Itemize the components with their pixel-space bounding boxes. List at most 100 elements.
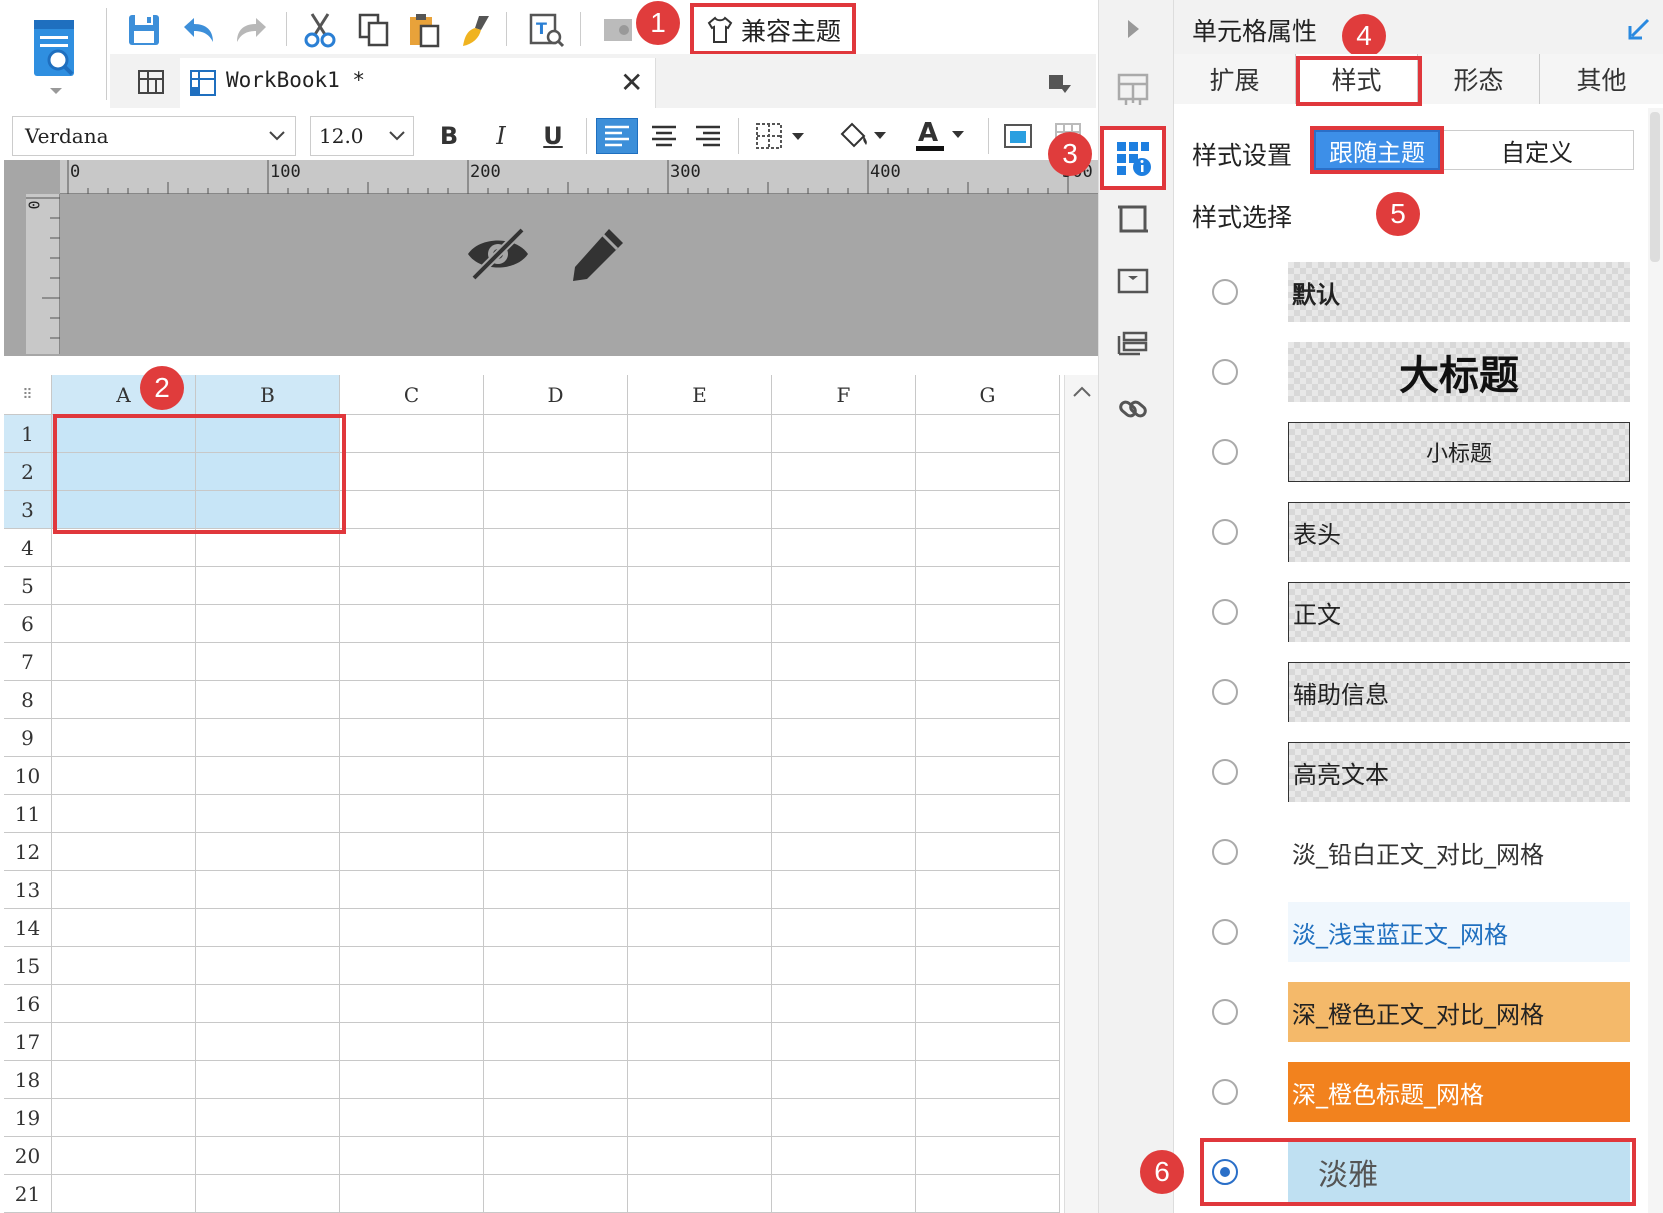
grid-cell[interactable]	[52, 719, 196, 757]
column-header-b[interactable]: B	[196, 375, 340, 415]
tab-form[interactable]: 形态	[1418, 54, 1540, 104]
grid-cell[interactable]	[772, 643, 916, 681]
grid-cell[interactable]	[772, 567, 916, 605]
grid-cell[interactable]	[340, 871, 484, 909]
grid-cell[interactable]	[52, 1137, 196, 1175]
grid-cell[interactable]	[484, 567, 628, 605]
align-right-button[interactable]	[688, 118, 728, 154]
grid-cell[interactable]	[916, 947, 1060, 985]
border-button[interactable]	[750, 118, 814, 154]
grid-cell[interactable]	[196, 833, 340, 871]
grid-cell[interactable]	[196, 1137, 340, 1175]
grid-cell[interactable]	[340, 985, 484, 1023]
grid-cell[interactable]	[484, 643, 628, 681]
grid-cell[interactable]	[484, 1023, 628, 1061]
hide-icon[interactable]	[462, 222, 534, 286]
style-option-8[interactable]: 淡_铅白正文_对比_网格	[1288, 822, 1630, 882]
paste-icon[interactable]	[404, 10, 444, 50]
grid-cell[interactable]	[772, 719, 916, 757]
grid-cell[interactable]	[340, 605, 484, 643]
grid-cell[interactable]	[916, 453, 1060, 491]
grid-cell[interactable]	[484, 757, 628, 795]
grid-cell[interactable]	[196, 985, 340, 1023]
grid-cell[interactable]	[628, 453, 772, 491]
grid-cell[interactable]	[340, 681, 484, 719]
style-option-5[interactable]: 正文	[1288, 582, 1630, 642]
grid-cell[interactable]	[52, 529, 196, 567]
grid-cell[interactable]	[340, 947, 484, 985]
style-radio[interactable]	[1212, 1079, 1238, 1105]
grid-cell[interactable]	[628, 757, 772, 795]
grid-cell[interactable]	[52, 681, 196, 719]
grid-cell[interactable]	[772, 529, 916, 567]
style-radio[interactable]	[1212, 1159, 1238, 1185]
tab-expand[interactable]: 扩展	[1174, 54, 1296, 104]
grid-cell[interactable]	[484, 1099, 628, 1137]
grid-cell[interactable]	[916, 871, 1060, 909]
style-radio[interactable]	[1212, 359, 1238, 385]
custom-style-option[interactable]: 自定义	[1440, 130, 1634, 170]
grid-cell[interactable]	[628, 1061, 772, 1099]
grid-cell[interactable]	[340, 1137, 484, 1175]
grid-cell[interactable]	[628, 1175, 772, 1213]
style-radio[interactable]	[1212, 999, 1238, 1025]
grid-cell[interactable]	[484, 529, 628, 567]
grid-cell[interactable]	[52, 1023, 196, 1061]
scroll-up-button[interactable]	[1064, 375, 1098, 1213]
style-option-12[interactable]: 淡雅	[1288, 1142, 1630, 1202]
app-preview-icon[interactable]	[28, 14, 84, 96]
row-header[interactable]: 2	[4, 453, 52, 491]
grid-cell[interactable]	[340, 643, 484, 681]
grid-cell[interactable]	[628, 1023, 772, 1061]
style-option-7[interactable]: 高亮文本	[1288, 742, 1630, 802]
grid-cell[interactable]	[772, 605, 916, 643]
grid-cell[interactable]	[52, 605, 196, 643]
grid-cell[interactable]	[772, 757, 916, 795]
grid-cell[interactable]	[628, 529, 772, 567]
style-radio[interactable]	[1212, 839, 1238, 865]
grid-cell[interactable]	[916, 415, 1060, 453]
grid-cell[interactable]	[628, 491, 772, 529]
style-radio[interactable]	[1212, 519, 1238, 545]
grid-cell[interactable]	[484, 1137, 628, 1175]
grid-cell[interactable]	[628, 1099, 772, 1137]
grid-cell[interactable]	[340, 529, 484, 567]
grid-cell[interactable]	[628, 871, 772, 909]
row-header[interactable]: 16	[4, 985, 52, 1023]
grid-cell[interactable]	[772, 909, 916, 947]
grid-cell[interactable]	[628, 643, 772, 681]
grid-cell[interactable]	[196, 643, 340, 681]
image-icon[interactable]	[598, 10, 638, 50]
fill-color-button[interactable]	[832, 118, 896, 154]
align-left-button[interactable]	[596, 118, 638, 154]
grid-cell[interactable]	[628, 719, 772, 757]
grid-cell[interactable]	[916, 719, 1060, 757]
row-header[interactable]: 20	[4, 1137, 52, 1175]
style-option-10[interactable]: 深_橙色正文_对比_网格	[1288, 982, 1630, 1042]
grid-cell[interactable]	[196, 1175, 340, 1213]
grid-cell[interactable]	[484, 491, 628, 529]
style-radio[interactable]	[1212, 919, 1238, 945]
sheet-tab-icon[interactable]	[124, 60, 178, 104]
row-header[interactable]: 8	[4, 681, 52, 719]
grid-cell[interactable]	[484, 795, 628, 833]
grid-cell[interactable]	[196, 871, 340, 909]
row-header[interactable]: 19	[4, 1099, 52, 1137]
panel-scrollbar-track[interactable]	[1648, 108, 1663, 1213]
widget-panel-icon[interactable]	[1110, 258, 1156, 304]
condition-icon[interactable]	[1110, 322, 1156, 368]
grid-cell[interactable]	[52, 871, 196, 909]
grid-cell[interactable]	[340, 567, 484, 605]
grid-cell[interactable]	[772, 985, 916, 1023]
grid-cell[interactable]	[772, 833, 916, 871]
grid-cell[interactable]	[196, 795, 340, 833]
grid-cell[interactable]	[772, 1137, 916, 1175]
grid-cell[interactable]	[916, 1023, 1060, 1061]
align-center-button[interactable]	[644, 118, 684, 154]
style-option-9[interactable]: 淡_浅宝蓝正文_网格	[1288, 902, 1630, 962]
grid-cell[interactable]	[340, 1175, 484, 1213]
grid-cell[interactable]	[340, 833, 484, 871]
row-header[interactable]: 6	[4, 605, 52, 643]
style-option-6[interactable]: 辅助信息	[1288, 662, 1630, 722]
grid-cell[interactable]	[484, 833, 628, 871]
